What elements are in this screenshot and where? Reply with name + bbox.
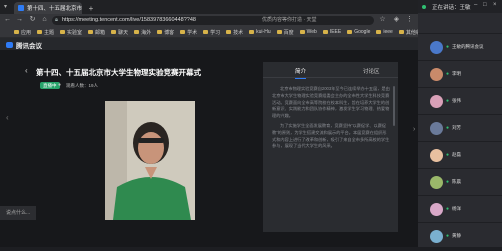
speaking-status: 正在讲话：王敏: [432, 5, 471, 11]
speaker-figure: [105, 101, 195, 220]
bookmark-item[interactable]: 百度: [277, 29, 294, 36]
avatar: [430, 203, 443, 216]
bookmark-item[interactable]: 实验室: [60, 29, 82, 36]
avatar: [430, 230, 443, 243]
close-icon[interactable]: ×: [493, 2, 497, 8]
bookmark-item[interactable]: Google: [347, 29, 370, 35]
new-tab-button[interactable]: +: [86, 2, 96, 14]
participant-tile[interactable]: ● 王敏的腾讯会议: [418, 33, 502, 62]
bookmark-item[interactable]: ieee: [376, 29, 392, 35]
mic-icon: ●: [446, 125, 450, 131]
participant-name: 王敏的腾讯会议: [452, 44, 484, 49]
meeting-title: 第十四、十五届北京市大学生物理实验竞赛开幕式: [36, 68, 201, 77]
mic-icon: ●: [446, 98, 450, 104]
bookmark-item[interactable]: 聊天: [111, 29, 128, 36]
bookmark-item[interactable]: Web: [300, 29, 317, 35]
tab-title: 第十四、十五届北京市大学生...: [27, 6, 82, 12]
participant-name: 赵磊: [452, 152, 461, 157]
tab-favicon-icon: [18, 5, 24, 11]
app-name: 腾讯会议: [16, 43, 42, 50]
bookmark-item[interactable]: 博客: [157, 29, 174, 36]
intro-text: 北京市物理实验竞赛自2003年至今已连续举办十五届，是由北京市大学生物理实验竞赛…: [272, 86, 390, 232]
bookmark-item[interactable]: 技术: [226, 29, 243, 36]
bookmark-item[interactable]: 邮箱: [88, 29, 105, 36]
back-arrow-icon[interactable]: ‹: [25, 66, 28, 75]
tab-intro[interactable]: 简介: [295, 67, 307, 79]
bookmark-item[interactable]: 学习: [203, 29, 220, 36]
avatar: [430, 95, 443, 108]
bookmark-item[interactable]: 海外: [134, 29, 151, 36]
back-icon[interactable]: ←: [3, 15, 12, 25]
speaker-video[interactable]: [105, 101, 195, 220]
bookmark-item[interactable]: IEEE: [323, 29, 341, 35]
tab-discussion[interactable]: 讨论区: [363, 67, 380, 75]
avatar: [430, 149, 443, 162]
mic-icon: ●: [446, 233, 450, 239]
url-field[interactable]: 🔒︎ https://meeting.tencent.com/live/1583…: [52, 16, 374, 25]
chat-input[interactable]: 说点什么...: [0, 206, 36, 220]
panel-scrollbar[interactable]: [393, 86, 395, 126]
avatar: [430, 68, 443, 81]
avatar: [430, 176, 443, 189]
viewer-count: 观看人数：19人: [66, 83, 99, 88]
expand-right-icon[interactable]: ›: [413, 126, 415, 133]
participant-name: 陈晨: [452, 179, 461, 184]
tab-search-icon[interactable]: ▾: [4, 3, 7, 10]
app-header: [0, 38, 418, 50]
search-suggestion[interactable]: 优质内容等你打造 · 天堂: [262, 16, 316, 23]
mic-icon: ●: [446, 152, 450, 158]
participant-name: 杨洋: [452, 206, 461, 211]
intro-paragraph: 为了实施学生全面发展教育，竞赛坚持“以赛促学、以赛促教”的原则，为学生搭建交流和…: [272, 122, 390, 149]
reload-icon[interactable]: ↻: [28, 15, 37, 25]
bookmarks-bar: 应用 主题 实验室 邮箱 聊天 海外 博客 学术 学习 技术 kui-Hu 百度 Web IEEE Goog…: [0, 27, 418, 38]
lock-icon: 🔒︎: [55, 17, 58, 23]
participant-tile[interactable]: ● 赵磊: [418, 141, 502, 170]
mic-icon: ●: [446, 206, 450, 212]
minimize-icon[interactable]: –: [474, 2, 477, 8]
participant-tile[interactable]: ● 张伟: [418, 87, 502, 116]
speaking-indicator-icon: [422, 5, 426, 9]
star-icon[interactable]: ☆: [378, 15, 387, 25]
url-text: https://meeting.tencent.com/live/1583978…: [62, 17, 196, 23]
live-badge: 直播中: [40, 82, 60, 89]
tencent-meeting-logo: 腾讯会议: [6, 40, 42, 50]
participant-tile[interactable]: ● 杨洋: [418, 195, 502, 224]
collapse-left-icon[interactable]: ‹: [6, 113, 9, 122]
participant-tile[interactable]: ● 刘芳: [418, 114, 502, 143]
mic-icon: ●: [446, 179, 450, 185]
mic-icon: ●: [446, 44, 450, 50]
mic-icon: ●: [446, 71, 450, 77]
intro-paragraph: 北京市物理实验竞赛自2003年至今已连续举办十五届，是由北京市大学生物理实验竞赛…: [272, 86, 390, 119]
avatar: [430, 122, 443, 135]
participant-tile[interactable]: ● 李明: [418, 60, 502, 89]
logo-icon: [6, 42, 13, 48]
participant-name: 黄静: [452, 233, 461, 238]
bookmark-item[interactable]: 主题: [37, 29, 54, 36]
bookmark-item[interactable]: 其他收藏: [399, 29, 418, 36]
maximize-icon[interactable]: □: [483, 2, 487, 8]
bookmark-item[interactable]: kui-Hu: [249, 29, 270, 35]
browser-tab[interactable]: 第十四、十五届北京市大学生...: [14, 2, 82, 14]
home-icon[interactable]: ⌂: [40, 15, 49, 25]
extension-icon[interactable]: ◈: [392, 15, 401, 25]
participant-tile[interactable]: ● 陈晨: [418, 168, 502, 197]
avatar: [430, 41, 443, 54]
participant-name: 张伟: [452, 98, 461, 103]
viewers-icon: ●: [58, 82, 62, 88]
bookmark-item[interactable]: 应用: [14, 29, 31, 36]
participant-name: 刘芳: [452, 125, 461, 130]
bookmark-item[interactable]: 学术: [180, 29, 197, 36]
participant-name: 李明: [452, 71, 461, 76]
menu-icon[interactable]: ⋮: [405, 15, 414, 25]
forward-icon[interactable]: →: [15, 15, 24, 25]
